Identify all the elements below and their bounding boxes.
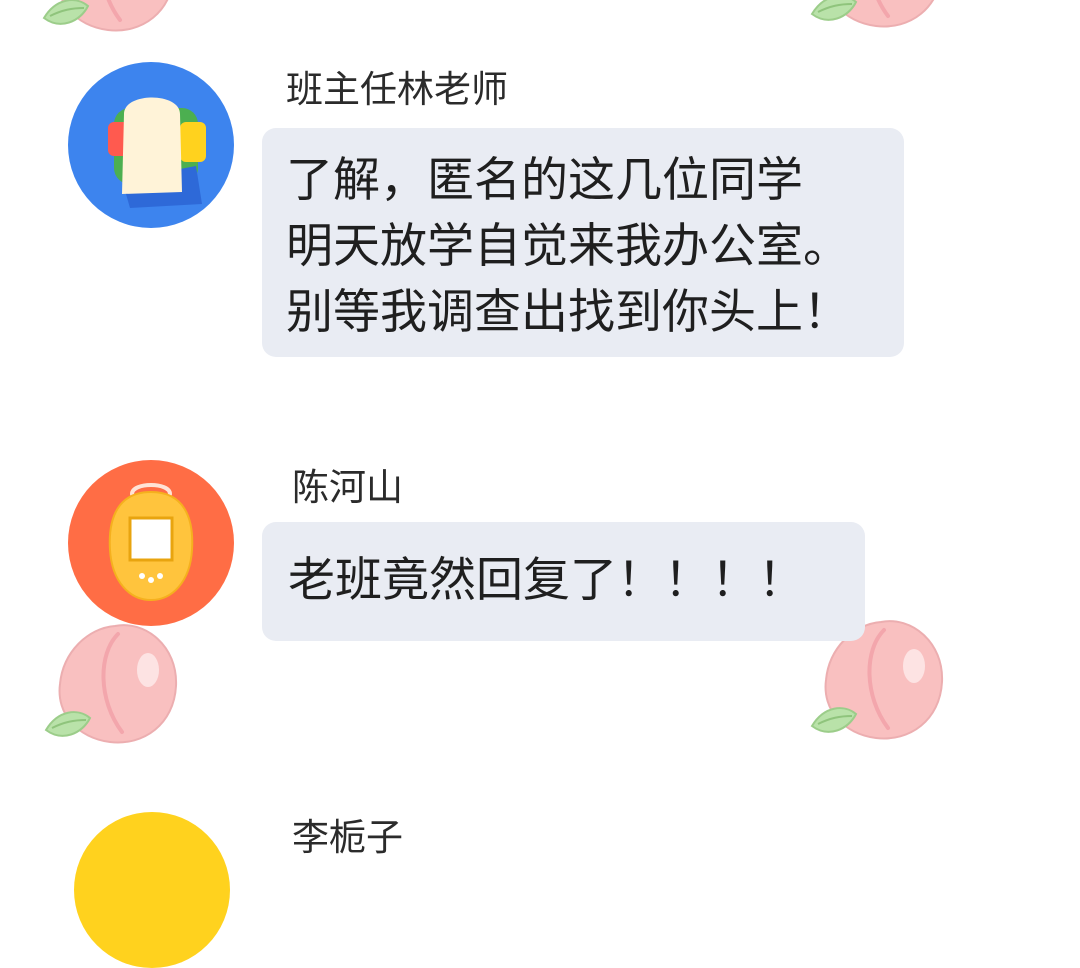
message-text: 老班竟然回复了！！！！ bbox=[288, 553, 805, 608]
message-text: 别等我调查出找到你头上！ bbox=[286, 285, 850, 340]
avatar[interactable] bbox=[68, 460, 234, 626]
handheld-game-icon bbox=[108, 483, 194, 602]
message-bubble[interactable]: 老班竟然回复了！！！！ bbox=[262, 522, 865, 641]
message-bubble[interactable]: 了解，匿名的这几位同学 明天放学自觉来我办公室。 别等我调查出找到你头上！ bbox=[262, 128, 904, 357]
message-text: 了解，匿名的这几位同学 bbox=[286, 153, 803, 208]
peach-icon bbox=[40, 604, 190, 754]
avatar[interactable] bbox=[68, 62, 234, 228]
peach-icon bbox=[806, 0, 956, 38]
sandwich-icon bbox=[108, 97, 206, 208]
sender-name: 陈河山 bbox=[292, 466, 403, 509]
sender-name: 李栀子 bbox=[292, 816, 403, 859]
message-text: 明天放学自觉来我办公室。 bbox=[286, 219, 850, 274]
sender-name: 班主任林老师 bbox=[286, 68, 508, 111]
peach-icon bbox=[38, 0, 188, 42]
avatar[interactable] bbox=[74, 812, 230, 968]
